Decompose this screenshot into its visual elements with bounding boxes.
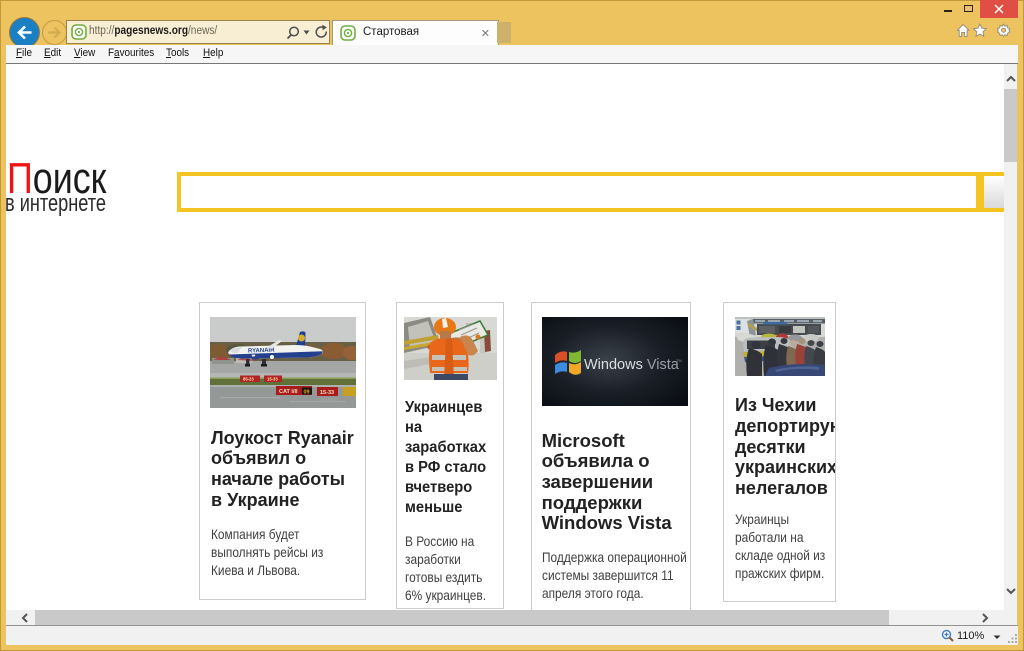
svg-text:Windows Vista: Windows Vista xyxy=(584,357,680,373)
svg-text:09: 09 xyxy=(304,390,310,396)
svg-text:15-33: 15-33 xyxy=(267,377,278,382)
svg-text:CAT I/II: CAT I/II xyxy=(279,389,298,395)
svg-text:85-23: 85-23 xyxy=(243,377,254,382)
svg-text:RYANAIR: RYANAIR xyxy=(248,348,275,355)
svg-text:CRANER: CRANER xyxy=(317,398,339,404)
svg-text:15-33: 15-33 xyxy=(320,390,334,396)
svg-text:TM: TM xyxy=(676,358,682,363)
